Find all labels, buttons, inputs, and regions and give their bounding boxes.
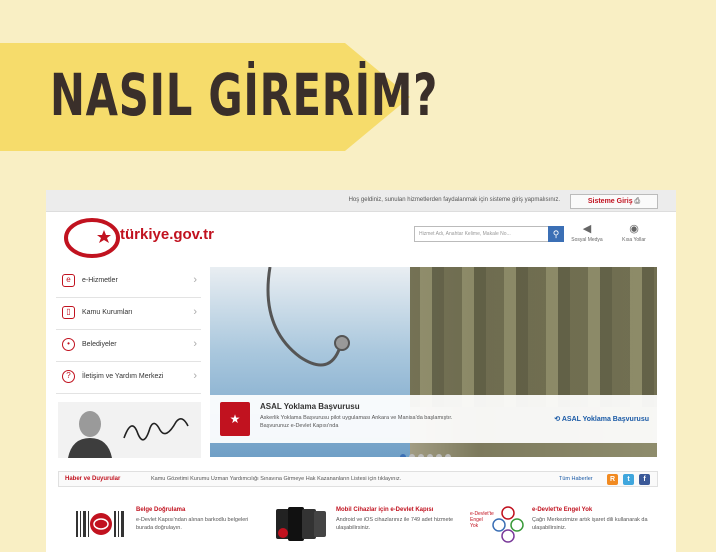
feature-text: Android ve iOS cihazlarınız ile 749 adet… [336,517,454,531]
ataturk-portrait-signature [58,402,201,458]
globe-icon: ◉ [629,223,639,235]
sidebar-item-belediyeler[interactable]: • Belediyeler › [56,330,201,362]
feature-text: Çağrı Merkezimize artık işaret dili kull… [532,517,648,531]
shortcuts-label: Kısa Yollar [622,237,646,243]
sidebar-item-label: İletişim ve Yardım Merkezi [82,373,164,380]
search-input[interactable]: Hizmet Adı, Anahtar Kelime, Makale No... [414,226,562,242]
chevron-right-icon: › [193,306,197,318]
slider-dot[interactable] [436,454,442,457]
slider-dots [400,447,454,457]
chevron-right-icon: › [193,274,197,286]
feature-mobil[interactable]: Mobil Cihazlar için e-Devlet Kapısı Andr… [274,503,474,548]
search-icon: ⚲ [552,229,560,239]
facebook-icon[interactable]: f [639,474,650,485]
login-button-label: Sisteme Giriş [587,198,633,205]
location-pin-icon: • [62,338,75,351]
news-bar: Haber ve Duyurular Kamu Gözetimi Kurumu … [58,471,658,487]
site-header: türkiye.gov.tr Hizmet Adı, Anahtar Kelim… [46,212,676,260]
sidebar-item-iletisim[interactable]: ? İletişim ve Yardım Merkezi › [56,362,201,394]
rss-icon[interactable]: R [607,474,618,485]
sidebar-menu: e e-Hizmetler › ▯ Kamu Kurumları › • Bel… [56,266,201,394]
slider-dot[interactable] [418,454,424,457]
link-arrow-icon: ⟲ [554,416,562,423]
social-media-label: Sosyal Medya [571,237,603,243]
slider-dot[interactable] [409,454,415,457]
welcome-text: Hoş geldiniz, sunulan hizmetlerden fayda… [348,197,560,203]
twitter-icon[interactable]: t [623,474,634,485]
slide-caption: ★ ASAL Yoklama Başvurusu Askerlik Yoklam… [210,395,657,443]
building-icon: ▯ [62,306,75,319]
shortcuts-button[interactable]: ◉ Kısa Yollar [614,222,654,243]
top-bar: Hoş geldiniz, sunulan hizmetlerden fayda… [46,190,676,212]
svg-text:Yok: Yok [470,523,479,529]
slide-link-label: ASAL Yoklama Başvurusu [561,416,649,423]
login-icon: ⎙ [634,198,641,205]
title-banner: NASIL GİRERİM? [0,43,437,151]
news-ticker-text[interactable]: Kamu Gözetimi Kurumu Uzman Yardımcılığı … [151,476,401,482]
website-screenshot: Hoş geldiniz, sunulan hizmetlerden fayda… [46,190,676,552]
feature-engel-yok[interactable]: e-Devlet'te Engel Yok e-Devlet'te Engel … [470,503,670,548]
social-media-button[interactable]: ◀ Sosyal Medya [567,222,607,243]
chevron-right-icon: › [193,338,197,350]
feature-belge-dogrulama[interactable]: Belge Doğrulama e-Devlet Kapısı'ndan alı… [74,503,254,548]
feature-text: e-Devlet Kapısı'ndan alınan barkodlu bel… [136,517,249,531]
feature-title: Mobil Cihazlar için e-Devlet Kapısı [336,507,434,513]
feature-title: Belge Doğrulama [136,507,186,513]
slide-title: ASAL Yoklama Başvurusu [260,402,360,411]
sidebar-item-e-hizmetler[interactable]: e e-Hizmetler › [56,266,201,298]
sidebar-item-label: Belediyeler [82,341,117,348]
services-icon: e [62,274,75,287]
sidebar-item-label: e-Hizmetler [82,277,118,284]
slider-dot[interactable] [427,454,433,457]
site-logo-text[interactable]: türkiye.gov.tr [120,226,214,243]
slider-dot[interactable] [400,454,406,457]
crescent-logo-icon[interactable] [64,218,120,258]
news-title: Haber ve Duyurular [65,476,121,482]
accessibility-icon: e-Devlet'te Engel Yok [470,506,524,543]
mobile-devices-icon [276,507,326,541]
slider-dot[interactable] [445,454,451,457]
share-icon: ◀ [582,223,592,235]
sidebar-item-kamu-kurumlari[interactable]: ▯ Kamu Kurumları › [56,298,201,330]
all-news-link[interactable]: Tüm Haberler [559,476,593,482]
hero-slider[interactable]: ★ ASAL Yoklama Başvurusu Askerlik Yoklam… [210,267,657,457]
slide-link[interactable]: ⟲ ASAL Yoklama Başvurusu [554,415,649,423]
search-button[interactable]: ⚲ [548,226,564,242]
slide-text: Askerlik Yoklama Başvurusu pilot uygulam… [260,415,453,429]
msb-emblem-icon: ★ [220,402,250,436]
barcode-icon [76,511,124,537]
banner-title: NASIL GİRERİM? [50,61,439,129]
support-icon: ? [62,370,75,383]
feature-title: e-Devlet'te Engel Yok [532,507,593,513]
chevron-right-icon: › [193,370,197,382]
sidebar-item-label: Kamu Kurumları [82,309,133,316]
login-button[interactable]: Sisteme Giriş ⎙ [570,194,658,209]
